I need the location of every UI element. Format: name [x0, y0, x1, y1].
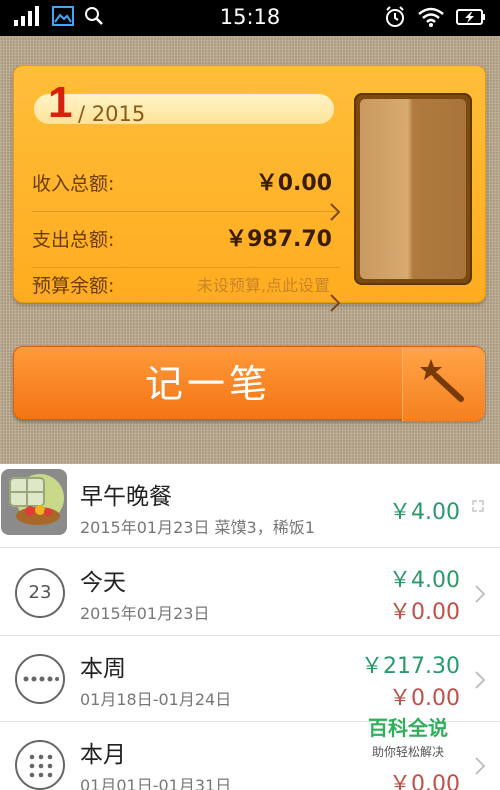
expand-icon: [472, 500, 484, 512]
budget-row[interactable]: 预算余额: 未设预算,点此设置: [32, 266, 340, 306]
item-amount: ￥4.00: [389, 500, 460, 525]
item-subtitle: 2015年01月23日: [80, 604, 210, 623]
item-income: ￥217.30: [361, 654, 460, 679]
item-title: 早午晚餐: [80, 484, 172, 510]
chevron-right-icon: [330, 203, 341, 221]
status-bar: 15:18: [0, 0, 500, 36]
budget-chevron-icon: [330, 294, 341, 312]
list-item-latest[interactable]: 早午晚餐 2015年01月23日 菜馍3，稀饭1 ￥4.00: [0, 464, 500, 548]
item-subtitle: 01月01日-01月31日: [80, 776, 232, 790]
calendar-day-icon: 23: [15, 568, 65, 618]
expense-row: 支出总额: ￥987.70: [32, 212, 340, 268]
list-item-today[interactable]: 23 今天 2015年01月23日 ￥4.00 ￥0.00: [0, 550, 500, 636]
item-title: 本月: [80, 742, 126, 768]
quick-record-button[interactable]: [403, 347, 485, 421]
chevron-right-icon: [475, 757, 486, 775]
chevron-right-icon: [475, 671, 486, 689]
chevron-right-icon: [475, 585, 486, 603]
alarm-icon: [386, 6, 404, 27]
budget-label: 预算余额:: [32, 275, 115, 297]
income-row: 收入总额: ￥0.00: [32, 156, 340, 212]
item-expense: ￥0.00: [389, 600, 460, 625]
item-subtitle: 2015年01月23日 菜馍3，稀饭1: [80, 518, 315, 537]
income-label: 收入总额:: [32, 173, 115, 195]
item-title: 今天: [80, 570, 126, 596]
expense-value: ￥987.70: [225, 227, 332, 252]
battery-icon: [456, 9, 485, 25]
expense-label: 支出总额:: [32, 229, 115, 251]
calendar-week-icon: [15, 654, 65, 704]
watermark-main: 百科全说: [368, 716, 448, 740]
budget-hint[interactable]: 未设预算,点此设置: [197, 266, 330, 306]
list-item-week[interactable]: 本周 01月18日-01月24日 ￥217.30 ￥0.00: [0, 636, 500, 722]
watermark: 百科全说 助你轻松解决: [350, 712, 466, 760]
item-title: 本周: [80, 656, 126, 682]
item-income: ￥4.00: [389, 568, 460, 593]
record-label: 记一笔: [144, 362, 271, 406]
item-expense: ￥0.00: [389, 686, 460, 711]
calendar-month-icon: [15, 740, 65, 790]
wifi-icon: [418, 7, 444, 27]
income-value: ￥0.00: [255, 171, 332, 196]
calendar-day-number: 23: [28, 582, 52, 603]
account-book-icon[interactable]: [354, 93, 472, 285]
magic-wand-icon: [420, 359, 464, 402]
item-subtitle: 01月18日-01月24日: [80, 690, 232, 709]
food-basket-icon: [1, 469, 67, 535]
watermark-sub: 助你轻松解决: [371, 745, 444, 759]
month-year: / 2015: [78, 102, 146, 126]
summary-header: 1 / 2015 收入总额: ￥0.00 支出总额: ￥987.70 预算余额:…: [0, 36, 500, 464]
month-summary-card[interactable]: 1 / 2015 收入总额: ￥0.00 支出总额: ￥987.70 预算余额:…: [13, 65, 486, 312]
record-button[interactable]: 记一笔: [13, 346, 485, 421]
month-number: 1: [48, 78, 73, 127]
item-expense: ￥0.00: [389, 772, 460, 790]
